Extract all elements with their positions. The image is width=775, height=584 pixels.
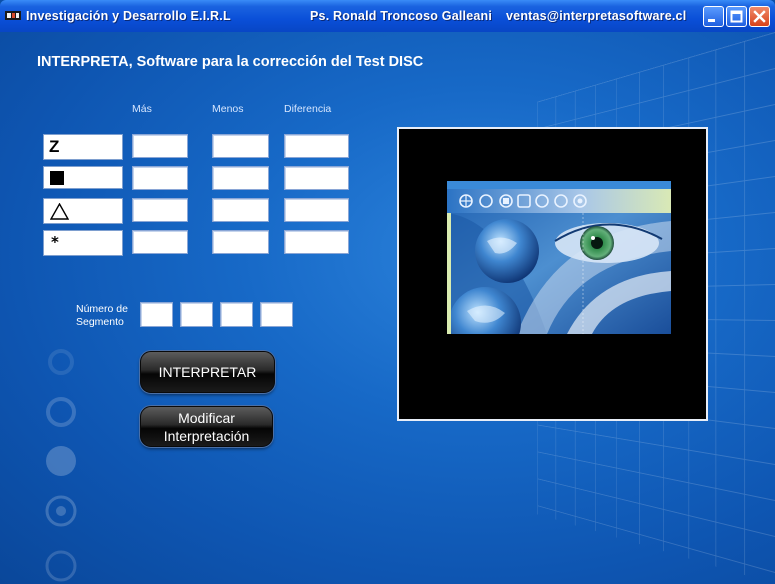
mas-field-3[interactable] — [132, 198, 188, 222]
segment-label-line2: Segmento — [76, 316, 124, 328]
window-title: Investigación y Desarrollo E.I.R.L — [26, 9, 231, 23]
author-email: ventas@interpretasoftware.cl — [506, 9, 687, 23]
app-icon — [5, 11, 21, 20]
modificar-label-line2: Interpretación — [163, 428, 250, 444]
segment-field-3[interactable] — [220, 302, 253, 327]
symbol-z-label: Z — [49, 137, 60, 156]
eye-earth-image — [447, 181, 671, 334]
column-header-diferencia: Diferencia — [284, 103, 332, 115]
mas-field-2[interactable] — [132, 166, 188, 190]
window-title-contact: Ps. Ronald Troncoso Galleani ventas@inter… — [310, 9, 686, 23]
symbol-cell-square — [43, 166, 123, 189]
mas-field-1[interactable] — [132, 134, 188, 158]
preview-panel — [397, 127, 708, 421]
segment-field-1[interactable] — [140, 302, 173, 327]
modificar-interpretacion-button[interactable]: Modificar Interpretación — [140, 406, 273, 447]
interpretar-button[interactable]: INTERPRETAR — [140, 351, 275, 393]
segment-label-line1: Número de — [76, 303, 128, 315]
diferencia-field-1[interactable] — [284, 134, 349, 158]
title-bar[interactable]: Investigación y Desarrollo E.I.R.L Ps. R… — [0, 0, 775, 32]
maximize-button[interactable] — [726, 6, 747, 27]
minimize-icon — [708, 19, 715, 22]
symbol-cell-star: * — [43, 230, 123, 256]
triangle-outline-icon — [50, 203, 69, 220]
diferencia-field-4[interactable] — [284, 230, 349, 254]
interpretar-button-label: INTERPRETAR — [158, 364, 257, 380]
column-header-menos: Menos — [212, 103, 244, 115]
black-square-icon — [50, 171, 64, 185]
modificar-label-line1: Modificar — [178, 410, 235, 426]
segment-field-4[interactable] — [260, 302, 293, 327]
page-title: INTERPRETA, Software para la corrección … — [37, 54, 424, 70]
menos-field-2[interactable] — [212, 166, 269, 190]
main-panel: INTERPRETA, Software para la corrección … — [0, 32, 775, 584]
disc-logo-image — [447, 181, 671, 334]
maximize-icon — [730, 10, 743, 23]
segment-field-2[interactable] — [180, 302, 213, 327]
close-icon — [753, 10, 766, 23]
author-name: Ps. Ronald Troncoso Galleani — [310, 9, 493, 23]
decorative-circles — [45, 349, 77, 582]
star-icon: * — [51, 233, 59, 251]
symbol-cell-z: Z — [43, 134, 123, 160]
menos-field-4[interactable] — [212, 230, 269, 254]
diferencia-field-3[interactable] — [284, 198, 349, 222]
menos-field-1[interactable] — [212, 134, 269, 158]
close-button[interactable] — [749, 6, 770, 27]
menos-field-3[interactable] — [212, 198, 269, 222]
segment-label: Número de Segmento — [76, 303, 132, 329]
mas-field-4[interactable] — [132, 230, 188, 254]
diferencia-field-2[interactable] — [284, 166, 349, 190]
symbol-cell-triangle — [43, 198, 123, 224]
column-header-mas: Más — [132, 103, 152, 115]
minimize-button[interactable] — [703, 6, 724, 27]
